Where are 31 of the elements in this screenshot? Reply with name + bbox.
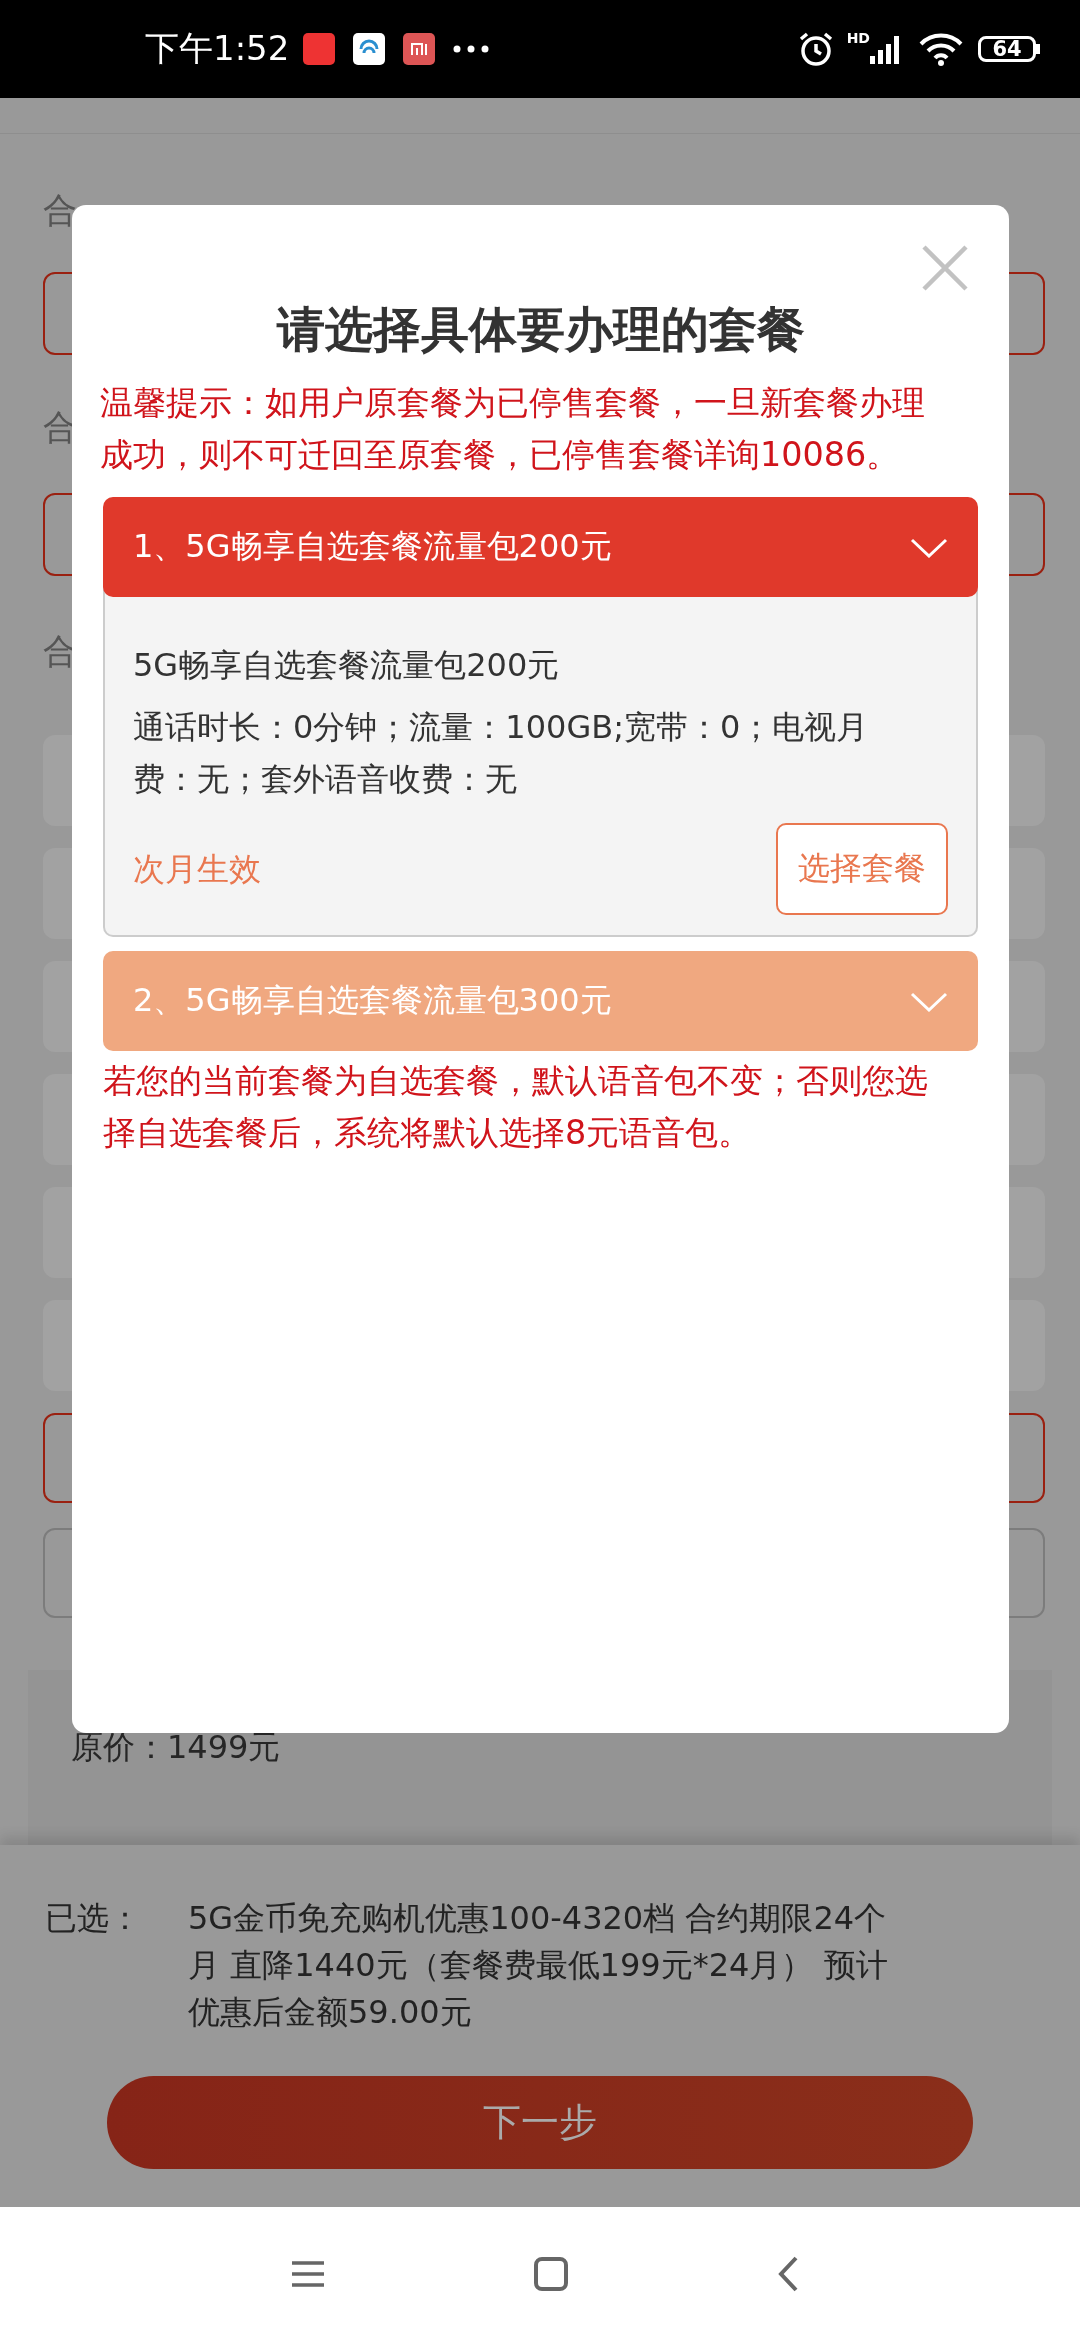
- battery-indicator: 64: [978, 36, 1036, 62]
- package-description: 通话时长：0分钟；流量：100GB;宽带：0；电视月费：无；套外语音收费：无: [133, 707, 870, 800]
- footnote-text: 若您的当前套餐为自选套餐，默认语音包不变；否则您选择自选套餐后，系统将默认选择8元语音包。: [103, 1060, 929, 1154]
- section-label: 合: [43, 190, 77, 230]
- package-name: 5G畅享自选套餐流量包200元: [133, 645, 561, 686]
- package-header[interactable]: 1、5G畅享自选套餐流量包200元: [103, 497, 978, 597]
- selected-label: 已选：: [45, 1898, 142, 1939]
- back-icon[interactable]: [778, 2255, 798, 2292]
- section-label: 合: [43, 407, 77, 447]
- battery-tip-icon: [1036, 44, 1040, 54]
- effective-date: 次月生效: [133, 849, 261, 890]
- section-label: 合: [43, 631, 77, 671]
- mi-app-icon: [403, 33, 436, 65]
- original-price: 原价：1499元: [71, 1727, 282, 1768]
- network-type-label: HD: [846, 30, 870, 46]
- chevron-down-icon: [910, 538, 948, 558]
- home-icon[interactable]: [534, 2256, 568, 2291]
- select-package-button[interactable]: 选择套餐: [776, 823, 948, 915]
- more-notifications-icon: [453, 45, 490, 53]
- clock: 下午1:52: [145, 27, 290, 70]
- wifi-icon: [918, 32, 964, 66]
- package-header[interactable]: 2、5G畅享自选套餐流量包300元: [103, 951, 978, 1051]
- mobile-app-icon: [353, 33, 386, 65]
- selected-summary: 5G金币免充购机优惠100-4320档 合约期限24个月 直降1440元（套餐费最低199元*24月） 预计优惠后金额59.00元: [188, 1898, 889, 2033]
- chevron-down-icon: [910, 992, 948, 1012]
- dialog-title: 请选择具体要办理的套餐: [276, 300, 805, 359]
- menu-icon[interactable]: [292, 2260, 324, 2287]
- signal-icon: [870, 34, 902, 64]
- shop-app-icon: [303, 33, 336, 65]
- next-button[interactable]: 下一步: [107, 2076, 973, 2169]
- notice-text: 温馨提示：如用户原套餐为已停售套餐，一旦新套餐办理成功，则不可迁回至原套餐，已停售套餐详询10086。: [100, 382, 926, 476]
